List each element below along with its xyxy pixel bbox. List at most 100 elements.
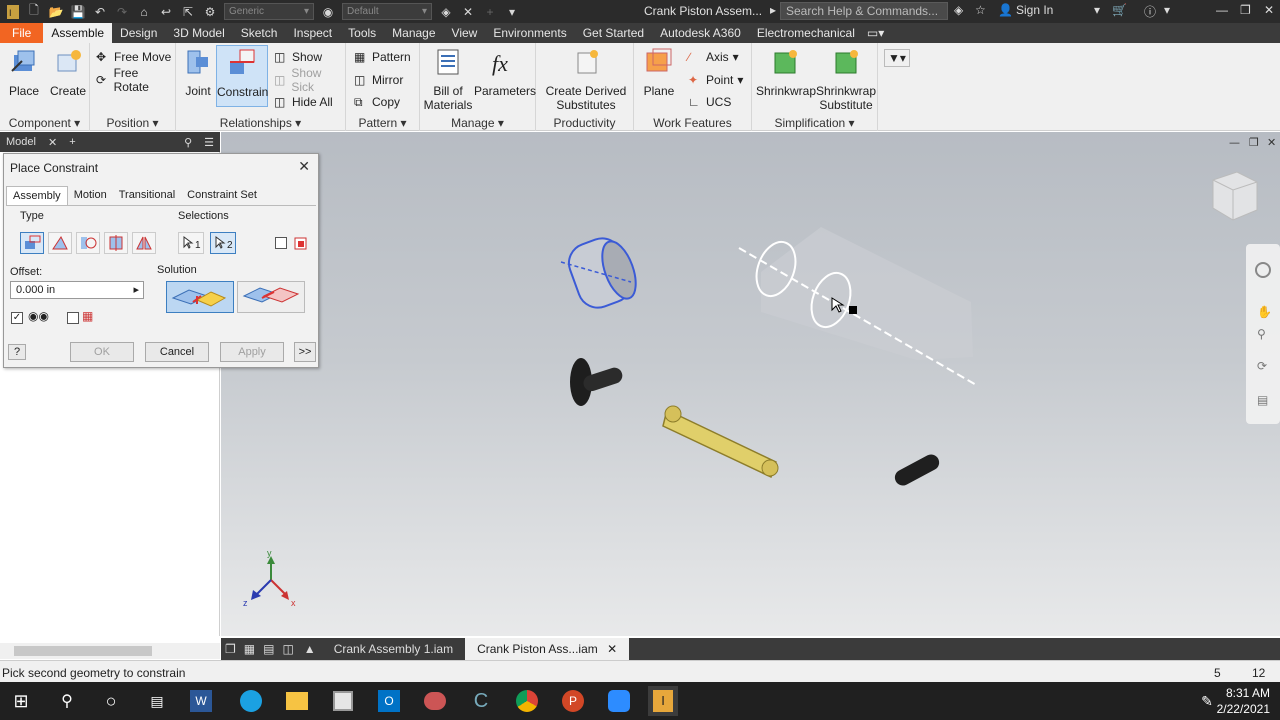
mate-constraint-button[interactable] — [20, 232, 44, 254]
binoculars-icon[interactable]: ◈ — [954, 3, 963, 17]
bill-of-materials-button[interactable]: Bill of Materials — [422, 47, 474, 112]
clock[interactable]: 8:31 AM 2/22/2021 — [1217, 685, 1270, 717]
help-icon[interactable]: ⓘ — [1144, 3, 1156, 20]
arrange-horizontal-icon[interactable]: ▤ — [259, 638, 278, 660]
flush-solution-button[interactable] — [237, 281, 305, 313]
tab-environments[interactable]: Environments — [485, 23, 574, 43]
pick-part-first-checkbox[interactable] — [275, 237, 287, 249]
undo-icon[interactable]: ↶ — [90, 3, 110, 21]
manage-panel-label[interactable]: Manage ▾ — [420, 116, 535, 130]
search-icon[interactable]: ⚲ — [52, 686, 82, 716]
close-doc-tab-icon[interactable]: ✕ — [607, 642, 617, 656]
viewport-restore-icon[interactable]: ❐ — [1249, 136, 1259, 149]
file-explorer-icon[interactable] — [282, 686, 312, 716]
pin-part[interactable] — [570, 358, 624, 406]
restore-icon[interactable]: ❐ — [1240, 3, 1251, 17]
user-icon[interactable]: 👤 — [998, 3, 1013, 17]
more-options-button[interactable]: >> — [294, 342, 316, 362]
constrain-button[interactable]: Constrain — [216, 45, 268, 107]
tab-manage[interactable]: Manage — [384, 23, 443, 43]
create-derived-substitutes-button[interactable]: Create Derived Substitutes — [540, 47, 632, 112]
dialog-help-button[interactable]: ? — [8, 344, 26, 360]
add-browser-tab-icon[interactable]: + — [69, 136, 75, 148]
ribbon-display-toggle-icon[interactable]: ▭▾ — [863, 23, 888, 43]
app-icon[interactable]: I — [4, 3, 22, 21]
cortana-icon[interactable]: ○ — [96, 686, 126, 716]
tab-inspect[interactable]: Inspect — [285, 23, 340, 43]
tab-electromechanical[interactable]: Electromechanical — [749, 23, 863, 43]
graphics-viewport[interactable]: y x z ✋ ⚲ ⟳ ▤ — ❐ ✕ — [221, 132, 1280, 636]
angle-constraint-button[interactable] — [48, 232, 72, 254]
tab-transitional[interactable]: Transitional — [113, 186, 181, 205]
chevron-right-icon[interactable]: ▸ — [770, 3, 776, 17]
tab-get-started[interactable]: Get Started — [575, 23, 652, 43]
navigation-bar[interactable]: ✋ ⚲ ⟳ ▤ — [1246, 244, 1280, 424]
cascade-windows-icon[interactable]: ❐ — [221, 638, 240, 660]
redo-icon[interactable]: ↷ — [112, 3, 132, 21]
powerpoint-icon[interactable]: P — [558, 686, 588, 716]
sign-in-link[interactable]: Sign In — [1016, 3, 1053, 17]
selection-1-button[interactable]: 1 — [178, 232, 204, 254]
close-browser-tab-icon[interactable]: ✕ — [48, 136, 57, 149]
browser-menu-icon[interactable]: ☰ — [204, 136, 214, 149]
return-icon[interactable]: ↩ — [156, 3, 176, 21]
ribbon-options-icon[interactable]: ▼▾ — [884, 49, 910, 67]
mirror-button[interactable]: ◫ Mirror — [354, 71, 403, 89]
inventor-icon[interactable]: I — [648, 686, 678, 716]
hide-all-button[interactable]: ◫ Hide All — [274, 93, 333, 111]
show-button[interactable]: ◫ Show — [274, 48, 322, 66]
app-icon-c[interactable]: C — [466, 686, 496, 716]
save-icon[interactable]: 💾 — [68, 3, 88, 21]
tab-sketch[interactable]: Sketch — [233, 23, 286, 43]
create-button[interactable]: Create — [48, 47, 88, 98]
tab-motion[interactable]: Motion — [68, 186, 113, 205]
zoom-icon[interactable] — [604, 686, 634, 716]
word-icon[interactable]: W — [186, 686, 216, 716]
symmetry-constraint-button[interactable] — [132, 232, 156, 254]
joint-button[interactable]: Joint — [182, 47, 214, 98]
doc-tab-crank-piston[interactable]: Crank Piston Ass...iam ✕ — [465, 638, 630, 660]
offset-input[interactable]: 0.000 in ▸ — [10, 281, 144, 299]
clear-icon[interactable]: ✕ — [458, 3, 478, 21]
dialog-close-icon[interactable]: ✕ — [298, 158, 310, 175]
insert-constraint-button[interactable] — [104, 232, 128, 254]
ok-button[interactable]: OK — [70, 342, 134, 362]
tab-tools[interactable]: Tools — [340, 23, 384, 43]
mate-solution-button[interactable] — [166, 281, 234, 313]
tab-autodesk-a360[interactable]: Autodesk A360 — [652, 23, 749, 43]
piston-part[interactable] — [560, 233, 642, 313]
app-icon-cloud[interactable] — [420, 686, 450, 716]
show-preview-checkbox[interactable]: ✓ — [11, 312, 23, 324]
relationships-panel-label[interactable]: Relationships ▾ — [176, 116, 345, 130]
outlook-icon[interactable]: O — [374, 686, 404, 716]
pattern-panel-label[interactable]: Pattern ▾ — [346, 116, 419, 130]
point-button[interactable]: ✦ Point ▾ — [688, 71, 743, 89]
new-file-icon[interactable]: 🗋 — [24, 3, 44, 21]
star-icon[interactable]: ☆ — [975, 3, 986, 17]
connecting-rod-part[interactable] — [662, 405, 779, 479]
wrist-pin-part[interactable] — [892, 452, 942, 489]
start-icon[interactable]: ⊞ — [6, 686, 36, 716]
tab-view[interactable]: View — [444, 23, 486, 43]
model-tab[interactable]: Model — [6, 136, 36, 148]
viewport-minimize-icon[interactable]: — — [1229, 136, 1240, 149]
view-cube[interactable] — [1212, 171, 1258, 221]
cart-icon[interactable]: 🛒 — [1112, 3, 1127, 17]
tab-3d-model[interactable]: 3D Model — [165, 23, 232, 43]
close-icon[interactable]: ✕ — [1264, 3, 1274, 17]
document-list-icon[interactable]: ▲ — [298, 638, 322, 660]
tab-assembly[interactable]: Assembly — [6, 186, 68, 205]
search-input[interactable]: Search Help & Commands... — [780, 2, 948, 20]
adjust-icon[interactable]: ◈ — [436, 3, 456, 21]
component-panel-label[interactable]: Component ▾ — [0, 116, 89, 130]
apply-button[interactable]: Apply — [220, 342, 284, 362]
appearance-icon[interactable]: ◉ — [318, 3, 338, 21]
tab-file[interactable]: File — [0, 23, 44, 43]
cancel-button[interactable]: Cancel — [145, 342, 209, 362]
shrinkwrap-button[interactable]: Shrinkwrap — [756, 47, 816, 98]
plane-button[interactable]: Plane — [640, 47, 678, 98]
plus-icon[interactable]: + — [480, 3, 500, 21]
tab-assemble[interactable]: Assemble — [43, 23, 113, 43]
appearance-combo[interactable]: Default ▾ — [342, 3, 432, 20]
tab-constraint-set[interactable]: Constraint Set — [181, 186, 263, 205]
